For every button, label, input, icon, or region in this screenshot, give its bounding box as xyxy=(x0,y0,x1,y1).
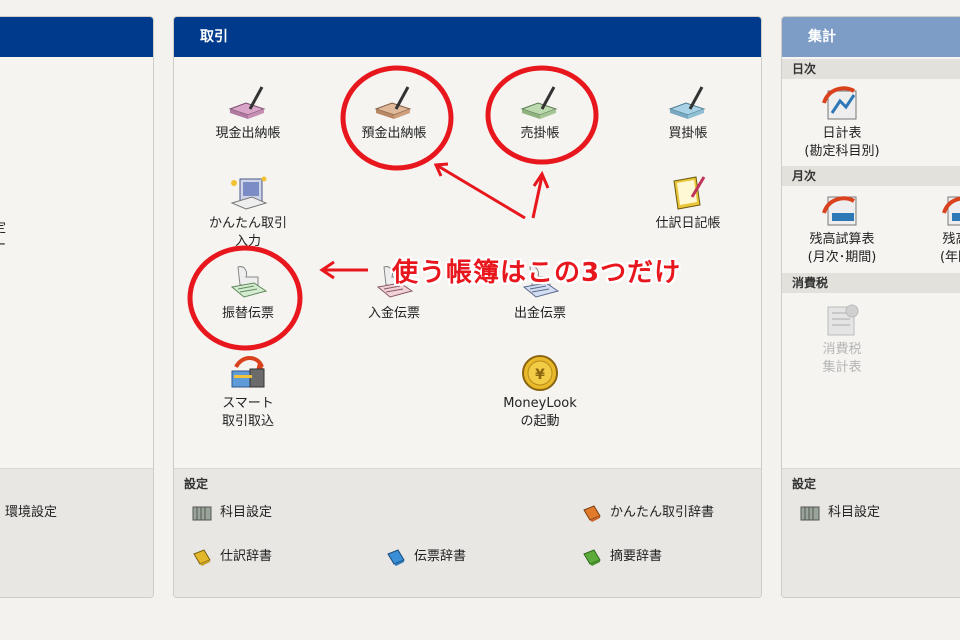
summary-dictionary-label: 摘要辞書 xyxy=(610,549,663,564)
cash-book-label: 現金出納帳 xyxy=(215,126,281,141)
easy-entry-label: かんたん取引 入力 xyxy=(208,216,287,249)
shukei-title: 集計 xyxy=(808,29,836,45)
shukei-settings-footer: 設定 科目設定 xyxy=(782,468,960,597)
shukei-account-settings-link[interactable]: 科目設定 xyxy=(800,503,880,523)
torihiki-panel: 取引 現金出納帳 預金出納帳 売掛帳 買掛帳 かんたん取引 入力 仕訳日記帳 振… xyxy=(173,16,762,598)
torihiki-settings-footer: 設定 科目設定 かんたん取引辞書 仕訳辞書 伝票辞書 摘要辞書 xyxy=(174,468,761,597)
svg-text:¥: ¥ xyxy=(535,367,545,383)
dictionary-book-icon xyxy=(193,548,211,566)
transfer-slip-button[interactable]: 振替伝票 xyxy=(188,263,308,323)
monthly-section-header: 月次 xyxy=(782,166,960,186)
cash-book-button[interactable]: 現金出納帳 xyxy=(188,83,308,143)
transfer-slip-label: 振替伝票 xyxy=(221,306,274,321)
moneylook-button[interactable]: ¥ MoneyLook の起動 xyxy=(480,353,600,431)
report-chart-icon xyxy=(822,86,857,120)
payable-book-label: 買掛帳 xyxy=(668,126,708,141)
shukei-panel-header: 集計 xyxy=(782,17,960,57)
consumption-tax-summary-button[interactable]: 消費税 集計表 xyxy=(782,299,902,377)
consumption-tax-summary-label: 消費税 集計表 xyxy=(822,342,862,375)
shukei-account-settings-label: 科目設定 xyxy=(828,505,881,520)
shukei-panel: 集計 日次 日計表 (勘定科目別) 月次 残高試算表 (月次･期間) 残高試 (… xyxy=(781,16,960,598)
journal-button[interactable]: 仕訳日記帳 xyxy=(628,173,748,233)
left-panel-fragment: ー xyxy=(0,234,6,253)
journal-dictionary-link[interactable]: 仕訳辞書 xyxy=(192,547,272,567)
consumption-tax-section-header: 消費税 xyxy=(782,273,960,293)
moneylook-label: MoneyLook の起動 xyxy=(503,396,577,429)
deposit-book-button[interactable]: 預金出納帳 xyxy=(334,83,454,143)
settings-section-label: 設定 xyxy=(184,477,209,491)
receipt-slip-label: 入金伝票 xyxy=(367,306,420,321)
report-chart-icon xyxy=(942,196,960,226)
left-panel: 定 ー 環境設定 xyxy=(0,16,154,598)
receivable-book-button[interactable]: 売掛帳 xyxy=(480,83,600,143)
daily-section-header: 日次 xyxy=(782,59,960,79)
left-panel-header xyxy=(0,17,153,57)
smart-import-button[interactable]: スマート 取引取込 xyxy=(188,353,308,431)
deposit-book-icon xyxy=(374,86,412,119)
ledger-stack-icon xyxy=(192,506,212,520)
report-chart-icon xyxy=(822,196,857,226)
easy-entry-icon xyxy=(230,176,268,210)
dictionary-book-icon xyxy=(387,548,405,566)
cash-book-icon xyxy=(228,86,266,119)
slip-dictionary-label: 伝票辞書 xyxy=(414,549,467,564)
easy-entry-button[interactable]: かんたん取引 入力 xyxy=(188,173,308,251)
easy-entry-dictionary-link[interactable]: かんたん取引辞書 xyxy=(582,503,714,523)
slip-dictionary-link[interactable]: 伝票辞書 xyxy=(386,547,466,567)
settings-section-label: 設定 xyxy=(792,477,817,491)
environment-settings-link[interactable]: 環境設定 xyxy=(5,503,57,523)
tax-report-icon xyxy=(827,304,859,336)
receivable-book-icon xyxy=(520,86,558,119)
torihiki-title: 取引 xyxy=(200,29,228,45)
smart-import-label: スマート 取引取込 xyxy=(221,396,274,429)
daily-total-label: 日計表 (勘定科目別) xyxy=(804,126,880,159)
dictionary-book-icon xyxy=(583,504,601,522)
receivable-book-label: 売掛帳 xyxy=(520,126,560,141)
moneylook-coin-icon: ¥ xyxy=(522,355,558,391)
smart-import-icon xyxy=(231,356,265,388)
payable-book-icon xyxy=(668,86,706,119)
trial-balance-annual-button[interactable]: 残高試 (年間推 xyxy=(902,189,960,267)
torihiki-panel-header: 取引 xyxy=(174,17,761,57)
annotation-callout: 使う帳簿はこの3つだけ xyxy=(392,258,682,288)
left-panel-footer: 環境設定 xyxy=(0,468,153,597)
easy-entry-dictionary-label: かんたん取引辞書 xyxy=(610,505,715,520)
trial-balance-monthly-label: 残高試算表 (月次･期間) xyxy=(807,232,877,265)
trial-balance-monthly-button[interactable]: 残高試算表 (月次･期間) xyxy=(782,189,902,267)
daily-total-button[interactable]: 日計表 (勘定科目別) xyxy=(782,83,902,161)
ledger-stack-icon xyxy=(800,506,820,520)
payment-slip-label: 出金伝票 xyxy=(513,306,566,321)
journal-icon xyxy=(673,176,706,210)
payable-book-button[interactable]: 買掛帳 xyxy=(628,83,748,143)
dictionary-book-icon xyxy=(583,548,601,566)
transfer-slip-icon xyxy=(230,266,268,298)
journal-dictionary-label: 仕訳辞書 xyxy=(220,549,273,564)
journal-label: 仕訳日記帳 xyxy=(655,216,721,231)
summary-dictionary-link[interactable]: 摘要辞書 xyxy=(582,547,662,567)
deposit-book-label: 預金出納帳 xyxy=(361,126,427,141)
account-settings-link[interactable]: 科目設定 xyxy=(192,503,272,523)
trial-balance-annual-label: 残高試 (年間推 xyxy=(939,232,960,265)
account-settings-label: 科目設定 xyxy=(220,505,273,520)
